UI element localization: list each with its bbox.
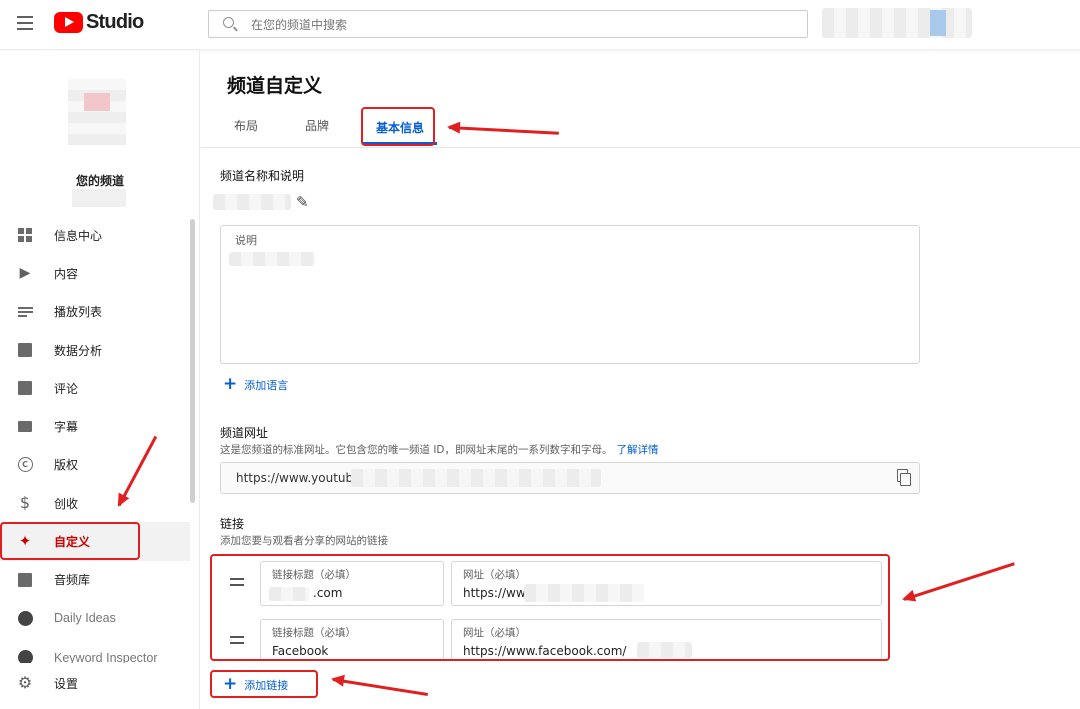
highlight-links-rows (210, 554, 890, 661)
sidebar-item-settings[interactable]: ⚙ 设置 (0, 663, 190, 703)
sidebar-item-playlists[interactable]: 播放列表 (0, 293, 190, 331)
dashboard-icon (17, 227, 33, 243)
sidebar-item-audio-library[interactable]: 音频库 (0, 561, 190, 599)
highlight-customization-item (0, 522, 140, 560)
channel-name-blurred (72, 189, 126, 207)
gear-icon: ⚙ (17, 673, 33, 692)
description-textarea[interactable]: 说明 (220, 225, 920, 364)
logo-text: Studio (86, 11, 144, 33)
playlist-icon (17, 304, 33, 320)
channel-url-field[interactable]: https://www.youtube. (220, 462, 920, 494)
audio-library-icon (17, 572, 33, 588)
sidebar-item-content[interactable]: ▶ 内容 (0, 254, 190, 292)
dollar-icon: $ (19, 493, 31, 513)
links-section-desc: 添加您要与观看者分享的网站的链接 (220, 535, 388, 547)
url-section-desc: 这是您频道的标准网址。它包含您的唯一频道 ID，即网址末尾的一系列数字和字母。了… (220, 442, 659, 457)
sidebar-item-label: 字幕 (54, 420, 79, 435)
pencil-edit-icon[interactable]: ✎ (296, 193, 309, 211)
tab-layout[interactable]: 布局 (221, 107, 271, 145)
highlight-add-link-button (210, 670, 318, 698)
tabs-divider (201, 147, 1080, 148)
sidebar-item-label: 版权 (54, 458, 79, 473)
add-language-button[interactable]: + 添加语言 (223, 376, 288, 393)
sidebar-item-label: 设置 (54, 676, 79, 691)
sidebar-item-label: 音频库 (54, 573, 91, 588)
plus-icon: + (223, 374, 238, 394)
url-section-title: 频道网址 (220, 426, 269, 440)
search-box[interactable] (208, 10, 808, 38)
copyright-icon: C (17, 457, 33, 473)
copy-icon[interactable] (897, 469, 911, 486)
sidebar-item-subtitles[interactable]: 字幕 (0, 407, 190, 445)
comments-icon (17, 380, 33, 396)
channel-label: 您的频道 (75, 174, 124, 188)
sidebar-item-analytics[interactable]: 数据分析 (0, 331, 190, 369)
highlight-basic-info-tab (361, 107, 435, 146)
sidebar-nav: 信息中心 ▶ 内容 播放列表 数据分析 评论 字幕 C 版权 $ 创收 ✦ 自定… (0, 216, 190, 665)
url-section-desc-text: 这是您频道的标准网址。它包含您的唯一频道 ID，即网址末尾的一系列数字和字母。 (220, 444, 613, 456)
links-section-title: 链接 (220, 517, 245, 531)
account-area-blurred[interactable] (822, 8, 972, 38)
channel-url-blurred (351, 469, 601, 487)
top-bar: Studio (0, 0, 1080, 50)
subtitles-icon (17, 419, 33, 435)
sidebar-item-label: 数据分析 (54, 343, 103, 358)
channel-name-value-blurred (213, 194, 291, 210)
sidebar-item-label: 播放列表 (54, 305, 103, 320)
search-icon (223, 17, 234, 28)
account-avatar-blurred[interactable] (930, 10, 946, 36)
sidebar-item-keyword-inspector[interactable]: Keyword Inspector (0, 637, 190, 665)
hamburger-menu-icon[interactable] (17, 16, 33, 30)
learn-more-link[interactable]: 了解详情 (617, 444, 659, 456)
sidebar-item-copyright[interactable]: C 版权 (0, 446, 190, 484)
channel-url-value: https://www.youtube. (236, 471, 365, 485)
sidebar-item-label: 内容 (54, 266, 79, 281)
youtube-studio-logo[interactable]: Studio (54, 11, 144, 34)
content-icon: ▶ (19, 265, 31, 282)
add-language-label: 添加语言 (244, 378, 289, 392)
sidebar: 您的频道 信息中心 ▶ 内容 播放列表 数据分析 评论 字幕 C 版权 $ 创收… (0, 51, 200, 709)
channel-avatar[interactable] (68, 79, 126, 145)
description-value-blurred (229, 252, 315, 266)
extension-icon (17, 610, 33, 626)
name-section-title: 频道名称和说明 (220, 169, 305, 183)
tab-branding[interactable]: 品牌 (292, 107, 342, 145)
youtube-play-icon (54, 12, 83, 33)
sidebar-scrollbar[interactable] (190, 219, 195, 503)
description-label: 说明 (235, 234, 257, 247)
sidebar-item-label: Daily Ideas (54, 611, 116, 626)
page-title: 频道自定义 (227, 75, 323, 97)
sidebar-item-daily-ideas[interactable]: Daily Ideas (0, 599, 190, 637)
sidebar-item-comments[interactable]: 评论 (0, 369, 190, 407)
search-input[interactable] (251, 15, 791, 35)
sidebar-item-dashboard[interactable]: 信息中心 (0, 216, 190, 254)
sidebar-item-monetization[interactable]: $ 创收 (0, 484, 190, 522)
sidebar-item-label: 信息中心 (54, 228, 103, 243)
analytics-icon (17, 342, 33, 358)
sidebar-item-label: 创收 (54, 496, 79, 511)
sidebar-item-label: 评论 (54, 381, 79, 396)
